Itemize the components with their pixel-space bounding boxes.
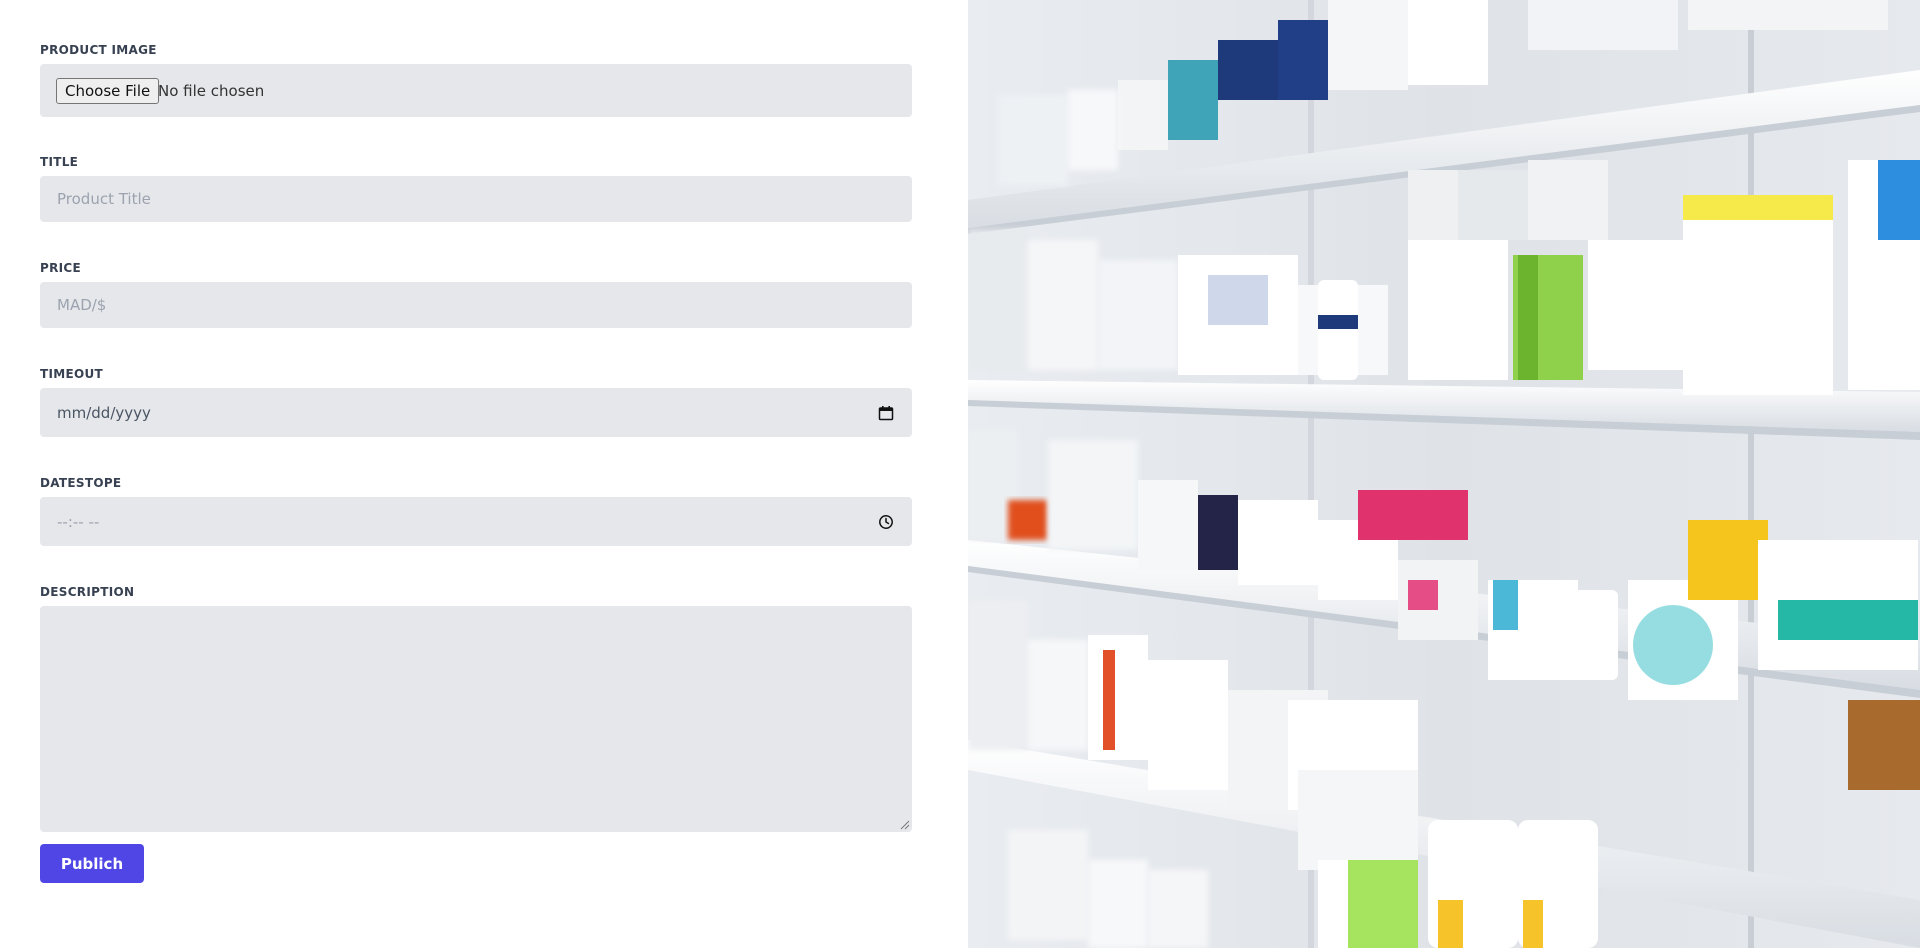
publish-button[interactable]: Publich xyxy=(40,844,144,883)
timeout-date-input[interactable]: mm/dd/yyyy xyxy=(40,388,912,437)
description-textarea[interactable] xyxy=(40,606,912,832)
datestope-time-format: --:-- -- xyxy=(57,512,100,531)
datestope-time-input[interactable]: --:-- -- xyxy=(40,497,912,546)
choose-file-button[interactable]: Choose File xyxy=(56,77,160,104)
product-form: PRODUCT IMAGE Choose File No file chosen… xyxy=(0,0,968,948)
price-label: PRICE xyxy=(40,261,82,275)
price-placeholder: MAD/$ xyxy=(57,296,107,314)
resize-handle-icon[interactable] xyxy=(900,820,910,830)
description-label: DESCRIPTION xyxy=(40,585,135,599)
calendar-icon[interactable] xyxy=(878,405,894,421)
file-status-text: No file chosen xyxy=(158,81,265,100)
product-image-file-input[interactable]: Choose File No file chosen xyxy=(40,64,912,117)
product-image-label: PRODUCT IMAGE xyxy=(40,43,157,57)
pharmacy-shelves-image xyxy=(968,0,1920,948)
datestope-label: DATESTOPE xyxy=(40,476,122,490)
title-input[interactable]: Product Title xyxy=(40,176,912,222)
timeout-label: TIMEOUT xyxy=(40,367,104,381)
clock-icon[interactable] xyxy=(878,514,894,530)
price-input[interactable]: MAD/$ xyxy=(40,282,912,328)
title-label: TITLE xyxy=(40,155,79,169)
title-placeholder: Product Title xyxy=(57,190,151,208)
timeout-date-format: mm/dd/yyyy xyxy=(57,403,151,422)
